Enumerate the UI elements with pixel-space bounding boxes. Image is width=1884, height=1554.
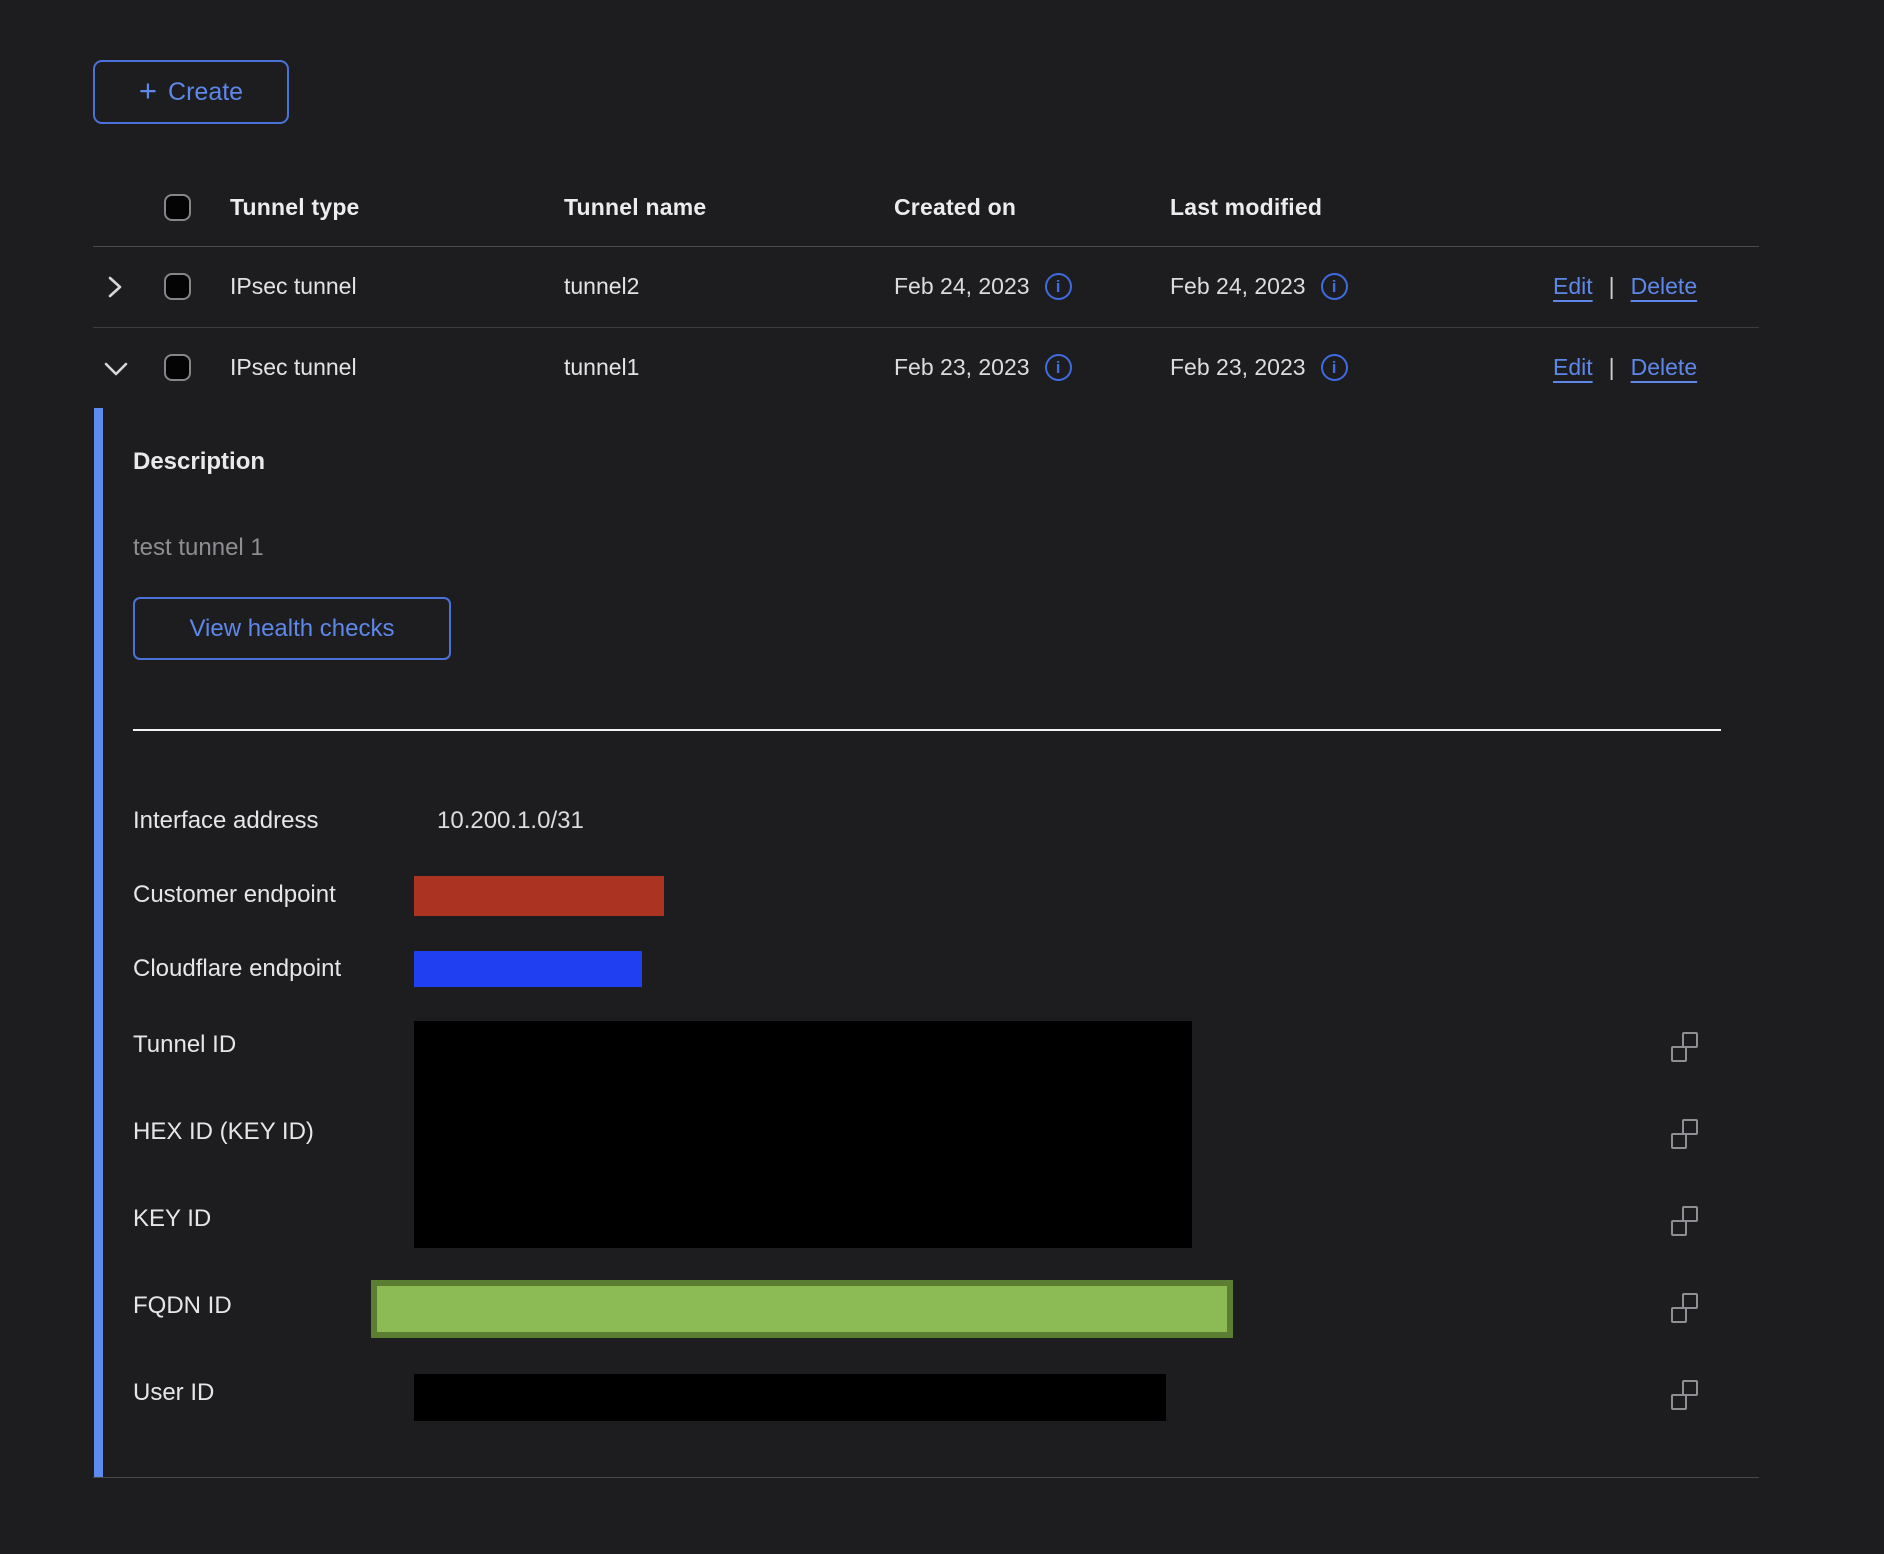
row-actions-cell: Edit | Delete (1553, 327, 1697, 408)
copy-fqdn-id-button[interactable] (1668, 1293, 1700, 1325)
header-tunnel-name-cell: Tunnel name (564, 168, 706, 246)
fqdn-id-redacted-value (371, 1280, 1233, 1338)
column-header-created-on: Created on (894, 194, 1016, 221)
copy-user-id-button[interactable] (1668, 1380, 1700, 1412)
table-row-tunnel2: IPsec tunnel tunnel2 Feb 24, 2023 i Feb … (93, 246, 1759, 328)
info-icon[interactable]: i (1045, 354, 1072, 381)
copy-icon-front-square (1671, 1046, 1687, 1062)
ipsec-tunnels-page: + Create Tunnel type Tunnel name Created… (0, 0, 1884, 1554)
interface-address-value: 10.200.1.0/31 (437, 807, 584, 835)
edit-tunnel1-link[interactable]: Edit (1553, 354, 1593, 381)
row-expand-cell (103, 246, 147, 327)
tunnel-id-label: Tunnel ID (133, 1031, 236, 1059)
copy-icon-front-square (1671, 1394, 1687, 1410)
row-checkbox-cell (164, 246, 191, 327)
customer-endpoint-label: Customer endpoint (133, 881, 336, 909)
column-header-tunnel-name: Tunnel name (564, 194, 706, 221)
header-checkbox-cell (164, 168, 191, 246)
customer-endpoint-redacted-value (414, 876, 664, 916)
tunnel-name-value: tunnel1 (564, 354, 639, 381)
expand-row-tunnel2-button[interactable] (103, 275, 125, 299)
info-icon[interactable]: i (1321, 273, 1348, 300)
create-button-label: Create (168, 78, 243, 107)
fqdn-id-label: FQDN ID (133, 1292, 232, 1320)
section-divider (133, 729, 1721, 731)
action-separator: | (1609, 354, 1615, 381)
row-last-modified-cell: Feb 23, 2023 i (1170, 327, 1348, 408)
copy-key-id-button[interactable] (1668, 1206, 1700, 1238)
row-tunnel-type-cell: IPsec tunnel (230, 327, 357, 408)
copy-icon (1668, 1206, 1700, 1238)
header-created-on-cell: Created on (894, 168, 1016, 246)
row-tunnel2-checkbox[interactable] (164, 273, 191, 300)
row-created-on-cell: Feb 23, 2023 i (894, 327, 1072, 408)
panel-accent-bar (94, 408, 103, 1477)
row-tunnel-name-cell: tunnel2 (564, 246, 639, 327)
copy-icon (1668, 1380, 1700, 1412)
description-label: Description (133, 448, 265, 476)
edit-tunnel2-link[interactable]: Edit (1553, 273, 1593, 300)
copy-hex-id-button[interactable] (1668, 1119, 1700, 1151)
view-health-checks-button[interactable]: View health checks (133, 597, 451, 660)
chevron-right-icon (103, 275, 125, 299)
key-id-label: KEY ID (133, 1205, 211, 1233)
user-id-redacted-value (414, 1374, 1166, 1421)
copy-icon-front-square (1671, 1133, 1687, 1149)
hex-id-label: HEX ID (KEY ID) (133, 1118, 314, 1146)
tunnel-type-value: IPsec tunnel (230, 273, 357, 300)
copy-icon (1668, 1119, 1700, 1151)
tunnel-name-value: tunnel2 (564, 273, 639, 300)
tunnel-type-value: IPsec tunnel (230, 354, 357, 381)
create-button[interactable]: + Create (93, 60, 289, 124)
row-tunnel1-checkbox[interactable] (164, 354, 191, 381)
action-separator: | (1609, 273, 1615, 300)
last-modified-value: Feb 23, 2023 (1170, 354, 1306, 381)
user-id-label: User ID (133, 1379, 214, 1407)
row-actions-cell: Edit | Delete (1553, 246, 1697, 327)
row-tunnel-name-cell: tunnel1 (564, 327, 639, 408)
row-expand-cell (103, 327, 147, 408)
delete-tunnel1-link[interactable]: Delete (1631, 354, 1697, 381)
info-icon[interactable]: i (1321, 354, 1348, 381)
cloudflare-endpoint-redacted-value (414, 951, 642, 987)
plus-icon: + (139, 75, 157, 106)
header-last-modified-cell: Last modified (1170, 168, 1322, 246)
description-value: test tunnel 1 (133, 534, 264, 562)
cloudflare-endpoint-label: Cloudflare endpoint (133, 955, 341, 983)
tunnel-hex-key-ids-redacted-block (414, 1021, 1192, 1248)
row-tunnel-type-cell: IPsec tunnel (230, 246, 357, 327)
table-header-row: Tunnel type Tunnel name Created on Last … (93, 168, 1759, 247)
column-header-tunnel-type: Tunnel type (230, 194, 360, 221)
collapse-row-tunnel1-button[interactable] (103, 357, 129, 379)
column-header-last-modified: Last modified (1170, 194, 1322, 221)
select-all-checkbox[interactable] (164, 194, 191, 221)
chevron-down-icon (103, 357, 129, 379)
copy-icon-front-square (1671, 1220, 1687, 1236)
created-on-value: Feb 24, 2023 (894, 273, 1030, 300)
info-icon[interactable]: i (1045, 273, 1072, 300)
copy-icon (1668, 1293, 1700, 1325)
delete-tunnel2-link[interactable]: Delete (1631, 273, 1697, 300)
last-modified-value: Feb 24, 2023 (1170, 273, 1306, 300)
row-last-modified-cell: Feb 24, 2023 i (1170, 246, 1348, 327)
copy-icon (1668, 1032, 1700, 1064)
interface-address-label: Interface address (133, 807, 318, 835)
panel-bottom-divider (93, 1477, 1759, 1478)
created-on-value: Feb 23, 2023 (894, 354, 1030, 381)
header-tunnel-type-cell: Tunnel type (230, 168, 360, 246)
row-created-on-cell: Feb 24, 2023 i (894, 246, 1072, 327)
copy-icon-front-square (1671, 1307, 1687, 1323)
copy-tunnel-id-button[interactable] (1668, 1032, 1700, 1064)
table-row-tunnel1: IPsec tunnel tunnel1 Feb 23, 2023 i Feb … (93, 327, 1759, 408)
row-checkbox-cell (164, 327, 191, 408)
